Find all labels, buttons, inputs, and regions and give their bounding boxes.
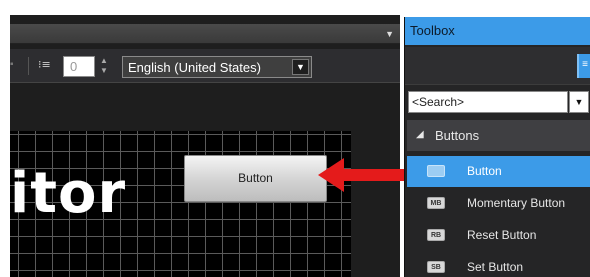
toolbox-item-reset-button[interactable]: RB Reset Button: [407, 220, 590, 251]
toolbox-panel: Toolbox ≡ <Search> ▼ ◢ Buttons Button MB…: [404, 17, 590, 277]
chevron-down-icon[interactable]: ▼: [292, 59, 309, 75]
toolbar-separator: [28, 57, 29, 75]
toolbox-group-buttons[interactable]: ◢ Buttons: [407, 120, 590, 151]
toolbox-item-set-button[interactable]: SB Set Button: [407, 252, 590, 277]
reset-button-icon: RB: [427, 229, 445, 241]
list-view-icon[interactable]: ≡: [577, 54, 590, 78]
stepper-down-icon[interactable]: ▼: [97, 66, 111, 76]
toolbox-item-label: Momentary Button: [467, 196, 566, 210]
document-tab-bar: ▼: [10, 24, 400, 44]
search-dropdown-icon[interactable]: ▼: [569, 91, 589, 113]
disabled-tool-icon: ▪: [10, 59, 14, 70]
canvas-button-control[interactable]: Button: [184, 155, 327, 202]
editor-toolbar: ▪ ⁝≡ 0 ▲ ▼ English (United States) ▼: [10, 49, 400, 83]
toolbox-item-label: Button: [467, 164, 502, 178]
toolbox-item-label: Reset Button: [467, 228, 537, 242]
stepper-up-icon[interactable]: ▲: [97, 56, 111, 66]
toolbox-search-input[interactable]: <Search>: [408, 91, 568, 113]
editor-pane: ▼ ▪ ⁝≡ 0 ▲ ▼ English (United States) ▼ i…: [10, 15, 400, 277]
spacing-input[interactable]: 0: [63, 56, 95, 77]
toolbox-item-button[interactable]: Button: [407, 156, 590, 187]
toolbox-title: Toolbox: [405, 17, 590, 45]
collapse-triangle-icon[interactable]: ◢: [416, 129, 424, 140]
spacing-stepper[interactable]: ▲ ▼: [97, 56, 111, 77]
momentary-button-icon: MB: [427, 197, 445, 209]
group-label: Buttons: [435, 128, 480, 143]
spacing-icon: ⁝≡: [38, 58, 51, 71]
set-button-icon: SB: [427, 261, 445, 273]
language-select[interactable]: English (United States) ▼: [122, 56, 312, 78]
canvas-title-text: itor: [10, 161, 127, 226]
tab-list-dropdown-icon[interactable]: ▼: [385, 29, 394, 39]
red-arrow-icon: [318, 158, 408, 192]
toolbox-toolbar: ≡: [405, 47, 590, 85]
toolbox-item-label: Set Button: [467, 260, 524, 274]
button-tool-icon: [427, 165, 445, 177]
language-select-value: English (United States): [128, 60, 261, 75]
toolbox-item-momentary-button[interactable]: MB Momentary Button: [407, 188, 590, 219]
